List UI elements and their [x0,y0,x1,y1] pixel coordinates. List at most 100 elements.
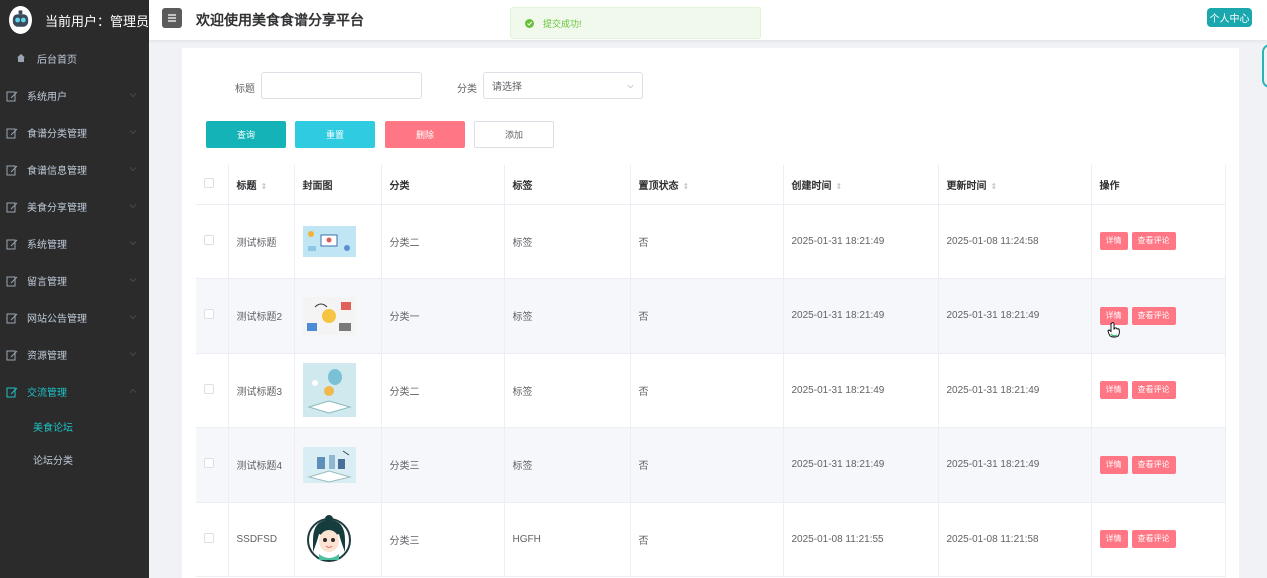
view-comments-button[interactable]: 查看评论 [1131,381,1176,400]
pinned-cell: 否 [630,427,784,503]
sort-icon[interactable]: ⇕ [261,182,268,191]
sidebar-item-label: 系统管理 [27,240,67,251]
updated-cell: 2025-01-31 18:21:49 [938,353,1092,428]
title-cell: 测试标题 [228,204,295,279]
sort-icon[interactable]: ⇕ [836,182,843,191]
view-comments-button[interactable]: 查看评论 [1131,455,1176,474]
sidebar-item-announcements[interactable]: 网站公告管理 [0,299,149,336]
pinned-cell: 否 [630,353,784,428]
col-created-label: 创建时间 [791,180,832,192]
row-checkbox[interactable] [204,234,214,245]
col-title-label: 标题 [236,180,257,192]
col-category: 分类 [381,165,505,205]
sidebar-item-messages[interactable]: 留言管理 [0,262,149,299]
sidebar-item-home[interactable]: 后台首页 [0,40,149,77]
table-row: SSDFSD 分类三 HGFH 否 2025-01-08 11:21:55 20… [196,502,1226,577]
personal-center-button[interactable]: 个人中心 [1207,8,1252,27]
edit-icon [6,238,18,250]
user-info: 当前用户：管理员 [0,0,149,40]
cover-image [302,446,356,483]
row-checkbox[interactable] [204,383,214,394]
cover-image [302,363,356,418]
ops-cell: 详情 查看评论 [1091,502,1226,577]
sidebar-item-label: 网站公告管理 [27,314,87,325]
category-cell: 分类三 [381,502,505,577]
view-comments-button[interactable]: 查看评论 [1131,530,1176,549]
detail-button[interactable]: 详情 [1099,232,1128,251]
col-created[interactable]: 创建时间 ⇕ [783,165,939,205]
view-comments-button[interactable]: 查看评论 [1131,232,1176,251]
edit-icon [6,386,18,398]
category-cell: 分类二 [381,204,505,279]
pinned-cell: 否 [630,204,784,279]
reset-button[interactable]: 重置 [295,121,375,148]
row-checkbox[interactable] [204,532,214,543]
title-cell: 测试标题2 [228,278,295,354]
ops-cell: 详情 查看评论 [1091,353,1226,428]
query-button[interactable]: 查询 [206,121,286,148]
cover-cell [294,427,382,503]
sidebar-item-recipe-category[interactable]: 食谱分类管理 [0,114,149,151]
sidebar-item-system-users[interactable]: 系统用户 [0,77,149,114]
add-button[interactable]: 添加 [474,121,554,148]
sidebar-item-communication[interactable]: 交流管理 [0,373,149,410]
row-select-cell [196,427,229,503]
check-circle-icon [525,18,534,28]
col-updated[interactable]: 更新时间 ⇕ [938,165,1092,205]
table-row: 测试标题4 分类三 标签 否 2025-01-31 18:21:49 2025-… [196,427,1226,503]
detail-button[interactable]: 详情 [1099,455,1128,474]
category-cell: 分类一 [381,278,505,354]
home-icon [16,53,28,65]
sidebar-item-system-admin[interactable]: 系统管理 [0,225,149,262]
detail-button[interactable]: 详情 [1099,530,1128,549]
table-row: 测试标题 分类二 标签 否 2025-01-31 18:21:49 2025-0… [196,204,1226,279]
tag-cell: 标签 [504,353,631,428]
row-checkbox[interactable] [204,309,214,320]
created-cell: 2025-01-08 11:21:55 [783,502,939,577]
title-filter-input[interactable] [261,72,422,99]
tag-cell: 标签 [504,427,631,503]
row-checkbox[interactable] [204,458,214,469]
edit-icon [6,164,18,176]
sidebar-item-label: 交流管理 [27,388,67,399]
category-cell: 分类二 [381,353,505,428]
hand-cursor-icon [1107,322,1120,338]
sort-icon[interactable]: ⇕ [683,182,690,191]
chevron-down-icon [129,167,137,172]
sidebar-subitem-food-forum[interactable]: 美食论坛 [0,410,149,443]
detail-button[interactable]: 详情 [1099,381,1128,400]
chevron-down-icon [129,204,137,209]
pinned-cell: 否 [630,502,784,577]
sidebar-item-label: 系统用户 [27,92,67,103]
col-pinned[interactable]: 置顶状态 ⇕ [630,165,784,205]
edit-icon [6,275,18,287]
category-select[interactable]: 请选择 [483,72,643,99]
sidebar-item-resources[interactable]: 资源管理 [0,336,149,373]
sidebar-item-food-share[interactable]: 美食分享管理 [0,188,149,225]
cover-cell [294,204,382,279]
view-comments-button[interactable]: 查看评论 [1131,306,1176,325]
sidebar-item-label: 后台首页 [37,55,77,66]
chevron-down-icon [129,278,137,283]
created-cell: 2025-01-31 18:21:49 [783,353,939,428]
sort-icon[interactable]: ⇕ [991,182,998,191]
sidebar: 当前用户：管理员 后台首页 系统用户 食谱分类管理 食谱信息管理 美食分享管理 … [0,0,149,578]
delete-button[interactable]: 删除 [385,121,465,148]
sidebar-item-label: 食谱分类管理 [27,129,87,140]
menu-toggle-icon[interactable] [162,8,182,28]
edit-icon [6,201,18,213]
title-cell: SSDFSD [228,502,295,577]
sidebar-subitem-forum-category[interactable]: 论坛分类 [0,443,149,476]
row-select-cell [196,204,229,279]
select-all-checkbox[interactable] [204,177,214,188]
current-user-label: 当前用户：管理员 [44,13,149,29]
side-drawer-handle[interactable] [1262,44,1267,88]
updated-cell: 2025-01-31 18:21:49 [938,278,1092,354]
updated-cell: 2025-01-08 11:24:58 [938,204,1092,279]
cover-cell [294,278,382,354]
sidebar-item-recipe-info[interactable]: 食谱信息管理 [0,151,149,188]
sidebar-item-label: 美食分享管理 [27,203,87,214]
col-title[interactable]: 标题 ⇕ [228,165,295,205]
col-ops-label: 操作 [1099,180,1120,192]
chevron-down-icon [129,241,137,246]
